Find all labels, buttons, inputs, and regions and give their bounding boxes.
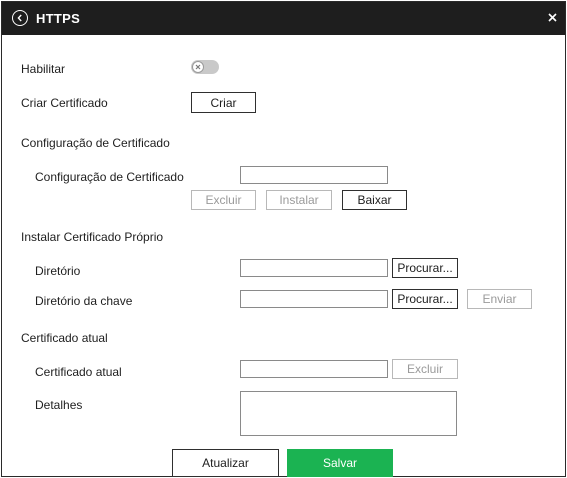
enable-label: Habilitar	[21, 62, 66, 76]
x-icon	[195, 64, 201, 70]
save-button[interactable]: Salvar	[287, 449, 393, 477]
install-own-section-title: Instalar Certificado Próprio	[21, 230, 164, 244]
toggle-knob	[192, 61, 204, 73]
chevron-left-circle-icon	[17, 14, 22, 22]
cert-delete-button[interactable]: Excluir	[191, 190, 256, 210]
cert-config-input[interactable]	[240, 166, 388, 184]
cert-download-button[interactable]: Baixar	[342, 190, 407, 210]
key-directory-label: Diretório da chave	[35, 294, 133, 308]
page-title: HTTPS	[36, 11, 81, 26]
directory-label: Diretório	[35, 264, 81, 278]
details-textarea[interactable]	[240, 391, 457, 436]
details-label: Detalhes	[35, 398, 83, 412]
enable-toggle[interactable]	[191, 60, 219, 74]
https-dialog: HTTPS Habilitar Criar Certificado Criar …	[1, 1, 566, 477]
title-bar: HTTPS	[2, 2, 565, 35]
directory-input[interactable]	[240, 259, 388, 277]
directory-browse-button[interactable]: Procurar...	[392, 258, 458, 278]
cert-config-field-label: Configuração de Certificado	[35, 170, 184, 184]
current-cert-delete-button[interactable]: Excluir	[392, 359, 458, 379]
send-button[interactable]: Enviar	[467, 289, 532, 309]
current-cert-input[interactable]	[240, 360, 388, 378]
back-button[interactable]	[12, 10, 28, 26]
current-cert-section-title: Certificado atual	[21, 331, 108, 345]
current-cert-field-label: Certificado atual	[35, 365, 122, 379]
key-browse-button[interactable]: Procurar...	[392, 289, 458, 309]
create-cert-label: Criar Certificado	[21, 96, 108, 110]
create-button[interactable]: Criar	[191, 92, 256, 113]
cert-install-button[interactable]: Instalar	[266, 190, 332, 210]
cert-config-section-title: Configuração de Certificado	[21, 136, 170, 150]
key-directory-input[interactable]	[240, 290, 388, 308]
close-button[interactable]	[545, 10, 559, 24]
close-icon	[547, 12, 557, 22]
update-button[interactable]: Atualizar	[172, 449, 279, 477]
